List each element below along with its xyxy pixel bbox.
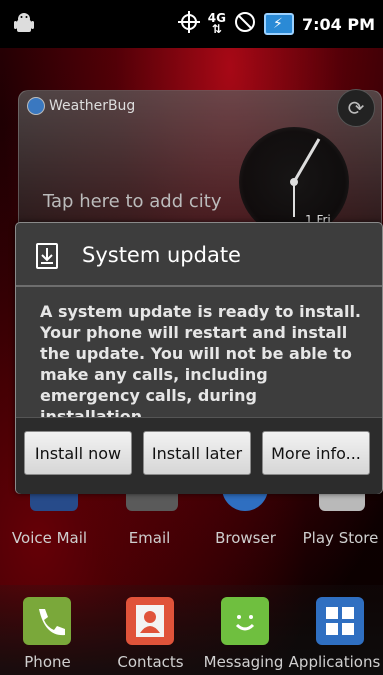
- no-sync-icon: [234, 11, 256, 37]
- battery-charging-icon: ⚡: [263, 13, 294, 35]
- network-type-label: 4G: [207, 11, 226, 25]
- system-update-dialog: System update A system update is ready t…: [15, 222, 383, 494]
- refresh-icon[interactable]: ⟳: [337, 89, 375, 127]
- dock-label: Messaging: [203, 653, 284, 671]
- dock-label: Applications: [288, 653, 381, 671]
- weatherbug-logo: WeatherBug: [27, 97, 135, 115]
- weatherbug-brand: WeatherBug: [49, 98, 136, 114]
- gps-icon: [177, 11, 200, 37]
- app-label: Voice Mail: [11, 529, 88, 547]
- home-apps-row: Voice Mail Email Browser Play Store: [0, 481, 383, 555]
- dialog-header: System update: [16, 223, 382, 287]
- dock-phone[interactable]: Phone: [0, 585, 95, 675]
- download-icon: [36, 243, 58, 269]
- status-bar: 4G ⇅ ⚡ 7:04 PM: [0, 0, 383, 48]
- android-debug-icon: [14, 13, 34, 35]
- app-label: Play Store: [302, 529, 379, 547]
- 4g-signal-icon: 4G ⇅: [207, 11, 226, 36]
- dialog-title: System update: [82, 243, 241, 267]
- dock-applications[interactable]: Applications: [288, 585, 383, 675]
- install-now-button[interactable]: Install now: [24, 431, 132, 475]
- add-city-prompt[interactable]: Tap here to add city: [43, 191, 221, 212]
- dialog-message: A system update is ready to install. You…: [40, 302, 362, 426]
- weather-widget[interactable]: WeatherBug ⟳ 1 Fri Tap here to add city: [18, 89, 382, 237]
- analog-clock: [239, 127, 349, 237]
- app-label: Browser: [215, 529, 276, 547]
- dock-messaging[interactable]: Messaging: [196, 585, 291, 675]
- app-label: Email: [128, 529, 171, 547]
- weatherbug-icon: [27, 97, 45, 115]
- install-later-button[interactable]: Install later: [143, 431, 251, 475]
- contacts-icon: [126, 597, 174, 645]
- clock-time: 7:04 PM: [301, 14, 375, 34]
- applications-grid-icon: [316, 597, 364, 645]
- messaging-icon: [221, 597, 269, 645]
- dock-label: Contacts: [117, 653, 184, 671]
- dock-contacts[interactable]: Contacts: [103, 585, 198, 675]
- phone-icon: [23, 597, 71, 645]
- more-info-button[interactable]: More info...: [262, 431, 370, 475]
- dock-label: Phone: [24, 653, 71, 671]
- dialog-button-bar: Install now Install later More info...: [16, 417, 382, 494]
- dock: Phone Contacts Messaging Applications: [0, 585, 383, 675]
